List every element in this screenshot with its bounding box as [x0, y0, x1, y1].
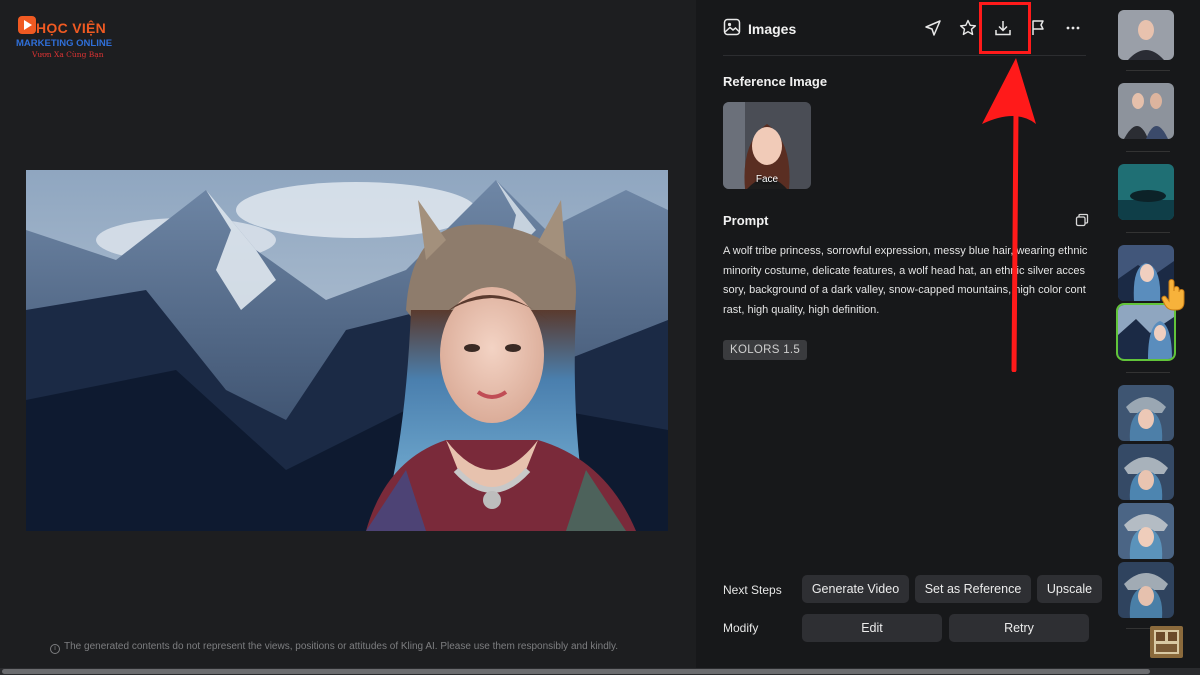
brand-logo: HỌC VIỆN MARKETING ONLINE Vươn Xa Cùng B… [14, 14, 124, 60]
star-icon[interactable] [958, 18, 978, 38]
image-icon [723, 18, 741, 36]
model-badge: KOLORS 1.5 [723, 340, 808, 360]
flag-icon[interactable] [1028, 18, 1048, 38]
set-as-reference-button[interactable]: Set as Reference [915, 575, 1031, 603]
reference-image-title: Reference Image [723, 74, 828, 89]
edit-button[interactable]: Edit [802, 614, 942, 642]
panel-title: Images [748, 21, 797, 37]
generate-video-button[interactable]: Generate Video [802, 575, 909, 603]
brand-slogan: Vươn Xa Cùng Bạn [32, 50, 104, 59]
history-thumbnail[interactable] [1118, 164, 1174, 220]
pointer-hand-icon [1161, 279, 1185, 311]
face-label: Face [755, 174, 779, 185]
red-arrow-annotation [982, 58, 1036, 372]
history-thumbnail[interactable] [1118, 503, 1174, 559]
image-canvas: HỌC VIỆN MARKETING ONLINE Vươn Xa Cùng B… [0, 0, 696, 668]
modify-label: Modify [723, 621, 759, 635]
play-logo-icon [18, 16, 36, 34]
history-thumbnail-selected[interactable] [1116, 303, 1176, 361]
app-shortcut-icon[interactable] [1150, 626, 1183, 658]
generated-image-art [26, 170, 668, 531]
history-thumbnail[interactable] [1118, 444, 1174, 500]
next-steps-label: Next Steps [723, 583, 782, 597]
history-rail [1104, 0, 1200, 668]
download-highlight-box [979, 2, 1031, 54]
disclaimer: i The generated contents do not represent… [50, 641, 618, 654]
disclaimer-text: The generated contents do not represent … [64, 641, 619, 652]
generated-image[interactable] [26, 170, 668, 531]
prompt-title: Prompt [723, 213, 769, 228]
horizontal-scrollbar[interactable] [0, 668, 1200, 675]
panel-header: Images [723, 16, 1086, 56]
divider [1126, 70, 1170, 71]
send-icon[interactable] [923, 18, 943, 38]
brand-line-2: MARKETING ONLINE [16, 38, 113, 49]
divider [1126, 151, 1170, 152]
divider [1126, 372, 1170, 373]
info-icon: i [50, 644, 60, 654]
retry-button[interactable]: Retry [949, 614, 1089, 642]
reference-image-thumbnail[interactable]: Face [723, 102, 811, 189]
brand-line-1: HỌC VIỆN [36, 20, 107, 36]
history-thumbnail[interactable] [1118, 385, 1174, 441]
more-icon[interactable] [1063, 18, 1083, 38]
history-thumbnail[interactable] [1118, 10, 1174, 60]
divider [1126, 232, 1170, 233]
history-thumbnail[interactable] [1118, 83, 1174, 139]
copy-icon[interactable] [1074, 212, 1090, 228]
scrollbar-thumb[interactable] [2, 669, 1150, 674]
history-thumbnail[interactable] [1118, 562, 1174, 618]
upscale-button[interactable]: Upscale [1037, 575, 1102, 603]
